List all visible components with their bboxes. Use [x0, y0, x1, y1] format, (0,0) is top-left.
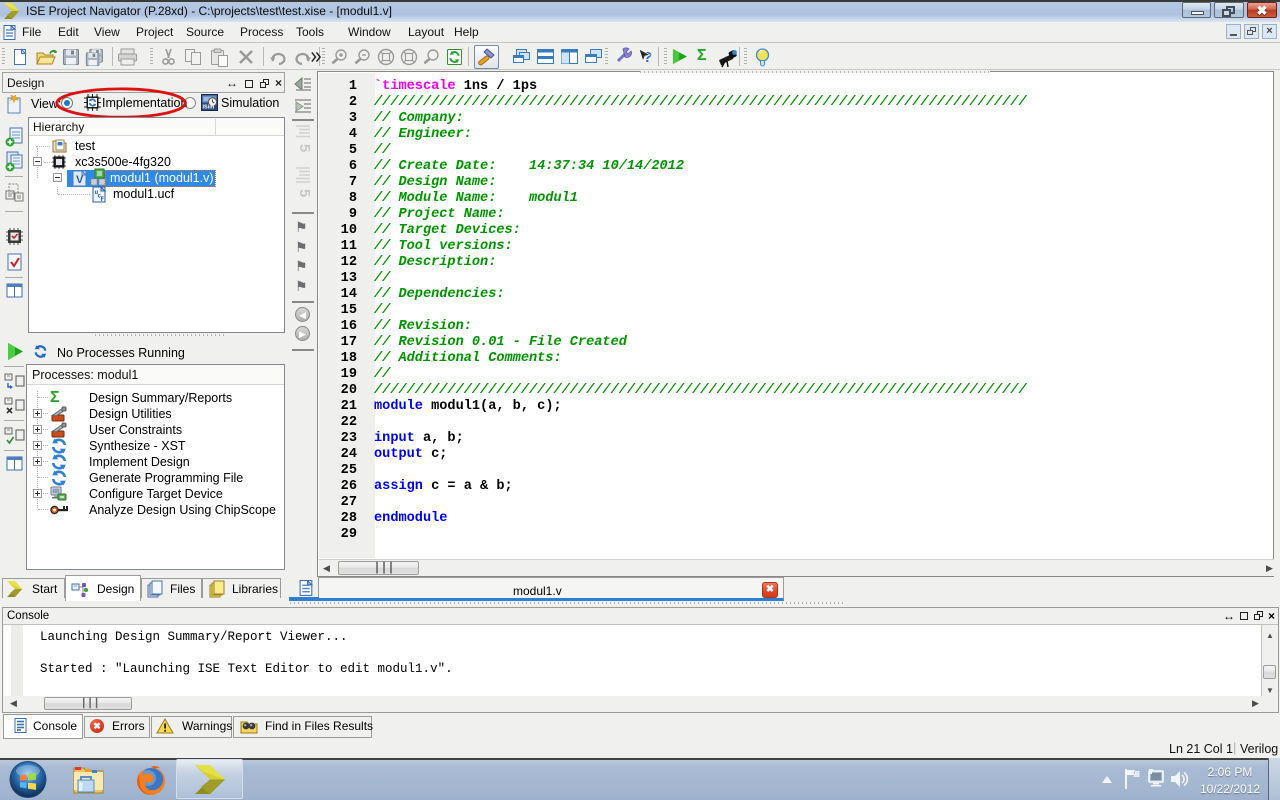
- svg-text:F: F: [101, 196, 105, 203]
- svg-text:V: V: [76, 174, 84, 186]
- svg-text:ISim: ISim: [203, 105, 215, 111]
